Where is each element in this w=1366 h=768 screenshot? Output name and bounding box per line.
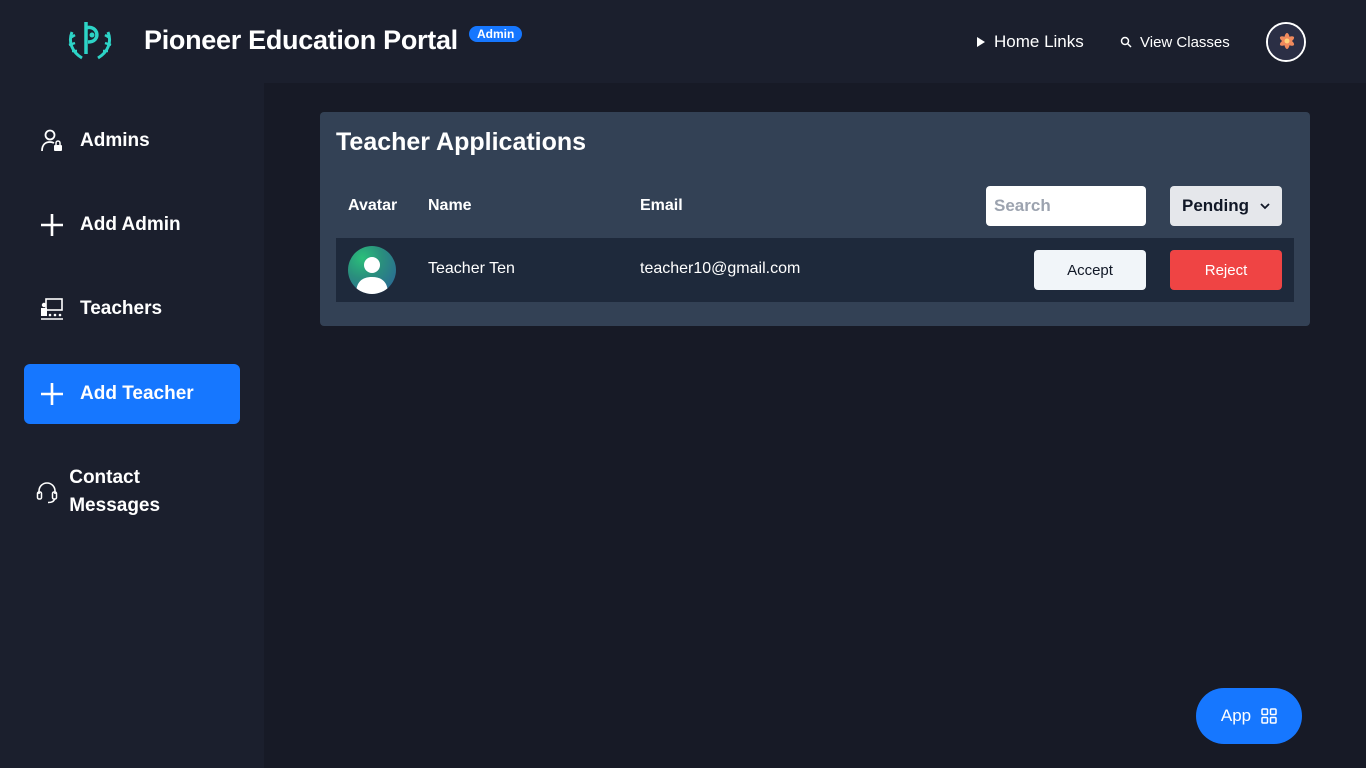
play-triangle-icon: [977, 37, 985, 47]
sidebar-item-add-admin[interactable]: Add Admin: [24, 195, 240, 255]
row-name: Teacher Ten: [428, 260, 515, 277]
sidebar: Admins Add Admin Teachers Add Teacher Co…: [0, 83, 264, 768]
sidebar-item-add-teacher[interactable]: Add Teacher: [24, 364, 240, 424]
page-title: Teacher Applications: [336, 128, 587, 156]
sidebar-item-teachers[interactable]: Teachers: [24, 279, 240, 339]
sidebar-item-label: Teachers: [80, 298, 163, 319]
portal-logo-icon[interactable]: [64, 18, 116, 64]
accept-button[interactable]: Accept: [1034, 250, 1146, 290]
brand-title: Pioneer Education Portal: [144, 25, 458, 55]
app-button-label: App: [1220, 706, 1252, 725]
sidebar-item-label: Contact Messages: [69, 467, 161, 516]
user-avatar-flower-icon: [1268, 24, 1304, 60]
column-header-avatar: Avatar: [348, 197, 398, 214]
app-button[interactable]: App: [1196, 688, 1302, 744]
teacher-board-icon: [24, 297, 80, 321]
sidebar-item-label: Add Teacher: [80, 383, 194, 404]
user-avatar[interactable]: [1266, 22, 1306, 62]
plus-icon: [24, 212, 80, 238]
chevron-down-icon: [1260, 203, 1270, 210]
nav-home-links[interactable]: Home Links: [976, 30, 1084, 54]
sidebar-item-label: Admins: [80, 130, 150, 151]
plus-icon: [24, 381, 80, 407]
status-filter-select[interactable]: Pending: [1170, 186, 1282, 226]
row-email: teacher10@gmail.com: [640, 260, 801, 277]
reject-button[interactable]: Reject: [1170, 250, 1282, 290]
avatar: [348, 246, 396, 294]
column-header-name: Name: [428, 197, 472, 214]
teacher-applications-card: Teacher Applications Avatar Name Email P…: [320, 112, 1310, 326]
sidebar-item-admins[interactable]: Admins: [24, 111, 240, 171]
nav-view-classes-label: View Classes: [1140, 33, 1230, 51]
sidebar-item-label: Add Admin: [80, 214, 181, 235]
role-badge: Admin: [469, 26, 523, 42]
top-header: Pioneer Education Portal Admin Home Link…: [0, 0, 1366, 83]
headset-icon: [24, 480, 69, 504]
sidebar-item-contact-messages[interactable]: Contact Messages: [24, 463, 204, 521]
search-input[interactable]: [986, 186, 1146, 226]
search-icon: [1120, 36, 1132, 48]
nav-home-links-label: Home Links: [994, 32, 1084, 51]
status-filter-value: Pending: [1182, 196, 1250, 215]
nav-view-classes[interactable]: View Classes: [1120, 30, 1230, 54]
grid-icon: [1261, 708, 1277, 724]
user-lock-icon: [24, 129, 80, 153]
table-row: Teacher Ten teacher10@gmail.com Accept R…: [336, 238, 1294, 302]
column-header-email: Email: [640, 197, 683, 214]
